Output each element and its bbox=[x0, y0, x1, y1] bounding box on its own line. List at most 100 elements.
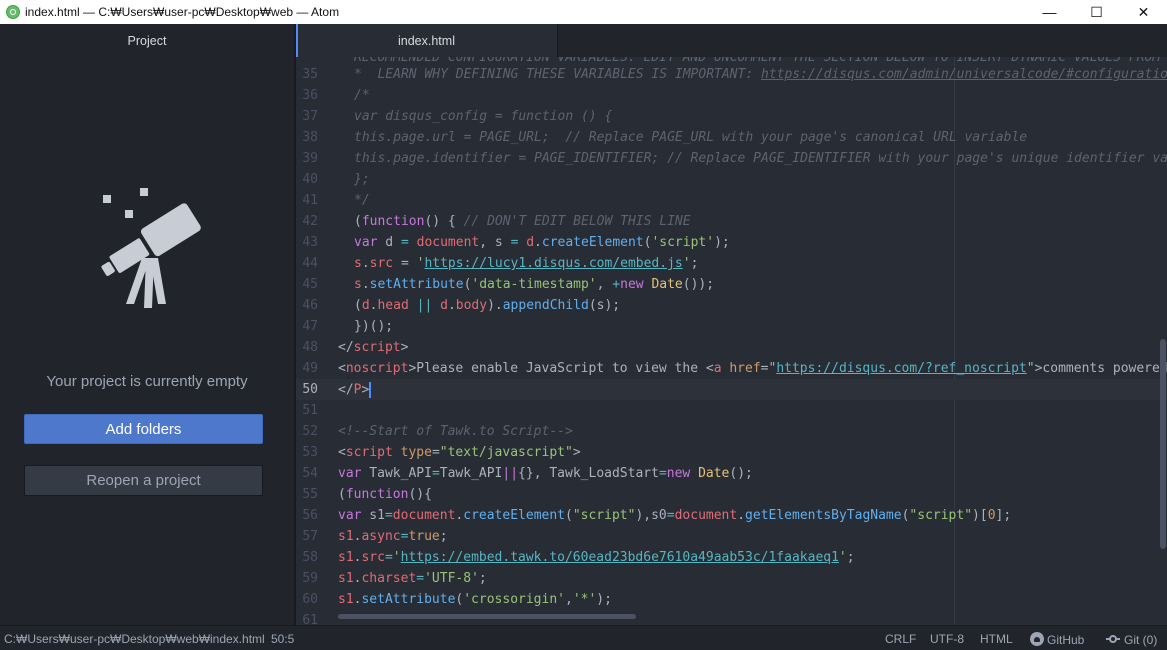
line-number: 52 bbox=[302, 424, 318, 439]
code-text: var disqus_config = function () { bbox=[354, 109, 613, 124]
line-ending-selector[interactable]: CRLF bbox=[885, 632, 916, 646]
code-text: var Tawk_API=Tawk_API||{}, Tawk_LoadStar… bbox=[338, 466, 753, 481]
code-line: 60 s1.setAttribute('crossorigin','*'); bbox=[296, 589, 1167, 610]
code-text: }; bbox=[354, 172, 370, 187]
encoding-selector[interactable]: UTF-8 bbox=[930, 632, 964, 646]
tab-bar: index.html bbox=[296, 24, 1167, 57]
line-number: 44 bbox=[302, 256, 318, 271]
line-number: 37 bbox=[302, 109, 318, 124]
line-number: 51 bbox=[302, 403, 318, 418]
code-link[interactable]: https://disqus.com/admin/universalcode/#… bbox=[761, 67, 1167, 82]
line-number: 61 bbox=[302, 613, 318, 625]
code-line: 44 s.src = 'https://lucy1.disqus.com/emb… bbox=[296, 253, 1167, 274]
line-number: 50 bbox=[302, 382, 318, 397]
code-text: /* bbox=[354, 88, 370, 103]
line-number: 49 bbox=[302, 361, 318, 376]
code-text: s.src = 'https://lucy1.disqus.com/embed.… bbox=[354, 256, 699, 271]
code-line: 55 (function(){ bbox=[296, 484, 1167, 505]
line-number: 60 bbox=[302, 592, 318, 607]
horizontal-scrollbar[interactable] bbox=[338, 614, 636, 619]
line-number: 58 bbox=[302, 550, 318, 565]
code-line-active: 50 </P> bbox=[296, 379, 1167, 400]
code-line: 53 <script type="text/javascript"> bbox=[296, 442, 1167, 463]
code-line: 47 })(); bbox=[296, 316, 1167, 337]
line-number: 43 bbox=[302, 235, 318, 250]
add-folders-button[interactable]: Add folders bbox=[24, 414, 263, 444]
code-line: 36 /* bbox=[296, 85, 1167, 106]
github-button[interactable]: GitHub bbox=[1030, 632, 1084, 647]
git-button[interactable]: Git (0) bbox=[1106, 632, 1157, 647]
text-cursor bbox=[369, 381, 372, 398]
code-text: * LEARN WHY DEFINING THESE VARIABLES IS … bbox=[354, 67, 1167, 82]
code-text: s1.src='https://embed.tawk.to/60ead23bd6… bbox=[338, 550, 855, 565]
line-number: 36 bbox=[302, 88, 318, 103]
github-icon bbox=[1030, 632, 1044, 646]
close-button[interactable]: ✕ bbox=[1120, 0, 1167, 24]
code-line: 43 var d = document, s = d.createElement… bbox=[296, 232, 1167, 253]
tab-index-html[interactable]: index.html bbox=[296, 24, 558, 57]
minimize-button[interactable]: — bbox=[1026, 0, 1073, 24]
line-number: 54 bbox=[302, 466, 318, 481]
vertical-scrollbar[interactable] bbox=[1160, 339, 1166, 549]
line-number: 46 bbox=[302, 298, 318, 313]
line-number: 48 bbox=[302, 340, 318, 355]
code-line: 38 this.page.url = PAGE_URL; // Replace … bbox=[296, 127, 1167, 148]
code-text: this.page.identifier = PAGE_IDENTIFIER; … bbox=[354, 151, 1167, 166]
code-text: <script type="text/javascript"> bbox=[338, 445, 581, 460]
project-panel: Project Your project is currently empty … bbox=[0, 24, 294, 625]
git-commit-icon bbox=[1106, 632, 1120, 646]
code-line: 52 <!--Start of Tawk.to Script--> bbox=[296, 421, 1167, 442]
code-line: 59 s1.charset='UTF-8'; bbox=[296, 568, 1167, 589]
project-tab[interactable]: Project bbox=[0, 24, 294, 57]
code-text: s1.charset='UTF-8'; bbox=[338, 571, 487, 586]
code-text: this.page.url = PAGE_URL; // Replace PAG… bbox=[354, 130, 1028, 145]
line-number: 59 bbox=[302, 571, 318, 586]
line-number: 53 bbox=[302, 445, 318, 460]
empty-project-message: Your project is currently empty bbox=[46, 373, 248, 390]
line-number: 55 bbox=[302, 487, 318, 502]
github-label: GitHub bbox=[1047, 633, 1085, 647]
code-editor[interactable]: RECOMMENDED CONFIGURATION VARIABLES: EDI… bbox=[296, 57, 1167, 625]
cursor-position[interactable]: 50:5 bbox=[271, 632, 294, 646]
maximize-button[interactable]: ☐ bbox=[1073, 0, 1120, 24]
reopen-project-button[interactable]: Reopen a project bbox=[24, 465, 263, 496]
code-text: (d.head || d.body).appendChild(s); bbox=[354, 298, 621, 313]
code-line: 45 s.setAttribute('data-timestamp', +new… bbox=[296, 274, 1167, 295]
code-link[interactable]: https://embed.tawk.to/60ead23bd6e7610a49… bbox=[401, 550, 839, 565]
code-line: 58 s1.src='https://embed.tawk.to/60ead23… bbox=[296, 547, 1167, 568]
grammar-selector[interactable]: HTML bbox=[980, 632, 1013, 646]
code-text: <noscript>Please enable JavaScript to vi… bbox=[338, 361, 1167, 376]
git-label: Git (0) bbox=[1124, 633, 1158, 647]
code-line: 35 * LEARN WHY DEFINING THESE VARIABLES … bbox=[296, 64, 1167, 85]
code-line: 46 (d.head || d.body).appendChild(s); bbox=[296, 295, 1167, 316]
line-number: 35 bbox=[302, 67, 318, 82]
window-title: index.html — C:₩Users₩user-pc₩Desktop₩we… bbox=[25, 5, 340, 19]
atom-app-icon bbox=[6, 5, 20, 19]
code-line: 54 var Tawk_API=Tawk_API||{}, Tawk_LoadS… bbox=[296, 463, 1167, 484]
code-text: </P> bbox=[338, 381, 372, 398]
line-number: 41 bbox=[302, 193, 318, 208]
code-text: var s1=document.createElement("script"),… bbox=[338, 508, 1012, 523]
code-line: 39 this.page.identifier = PAGE_IDENTIFIE… bbox=[296, 148, 1167, 169]
code-line: 49 <noscript>Please enable JavaScript to… bbox=[296, 358, 1167, 379]
code-text: */ bbox=[354, 193, 370, 208]
title-bar: index.html — C:₩Users₩user-pc₩Desktop₩we… bbox=[0, 0, 1167, 24]
line-number: 57 bbox=[302, 529, 318, 544]
code-text: s.setAttribute('data-timestamp', +new Da… bbox=[354, 277, 715, 292]
telescope-icon bbox=[101, 188, 201, 308]
line-number: 40 bbox=[302, 172, 318, 187]
code-line: 57 s1.async=true; bbox=[296, 526, 1167, 547]
code-text: (function() { // DON'T EDIT BELOW THIS L… bbox=[354, 214, 691, 229]
line-number: 39 bbox=[302, 151, 318, 166]
line-number: 56 bbox=[302, 508, 318, 523]
code-line: 40 }; bbox=[296, 169, 1167, 190]
code-link[interactable]: https://lucy1.disqus.com/embed.js bbox=[424, 256, 682, 271]
code-line: 48 </script> bbox=[296, 337, 1167, 358]
code-line: 42 (function() { // DON'T EDIT BELOW THI… bbox=[296, 211, 1167, 232]
code-text: s1.setAttribute('crossorigin','*'); bbox=[338, 592, 612, 607]
line-number: 45 bbox=[302, 277, 318, 292]
line-number: 38 bbox=[302, 130, 318, 145]
code-link[interactable]: https://disqus.com/?ref_noscript bbox=[776, 361, 1026, 376]
file-path[interactable]: C:₩Users₩user-pc₩Desktop₩web₩index.html bbox=[4, 632, 265, 646]
code-text: (function(){ bbox=[338, 487, 432, 502]
